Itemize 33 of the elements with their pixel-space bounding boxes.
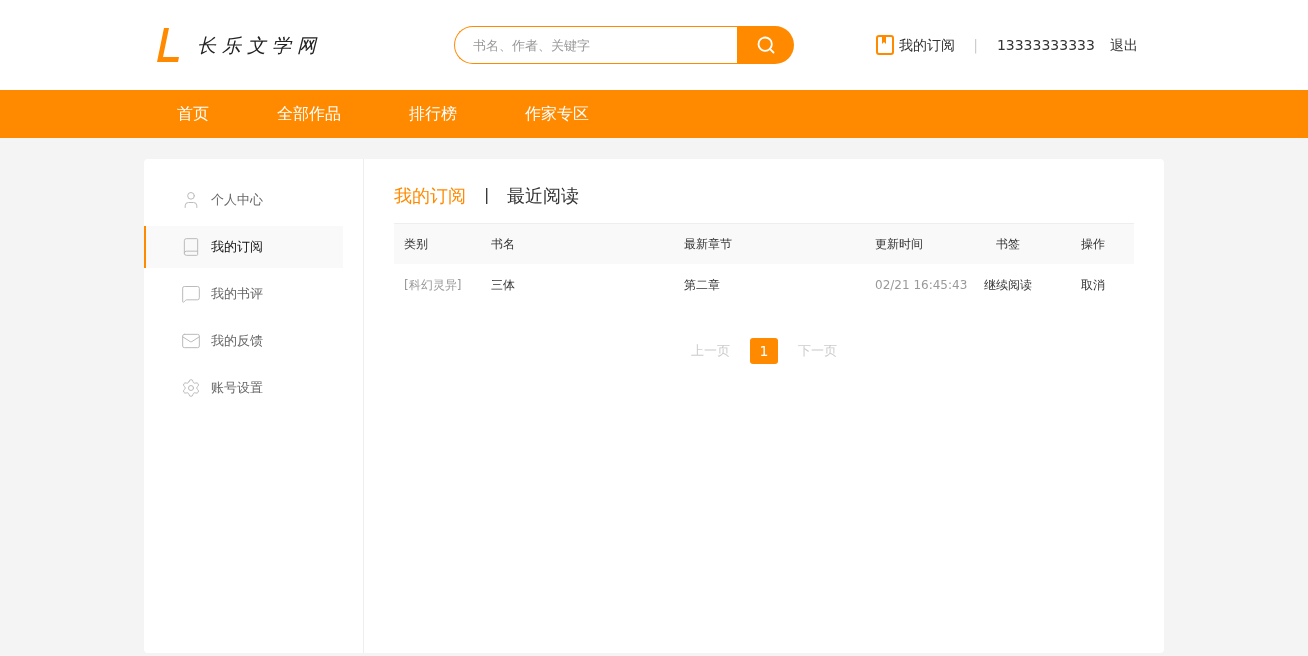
sidebar-item[interactable]: 个人中心 bbox=[144, 179, 343, 221]
table-cell-text: 02/21 16:45:43 bbox=[875, 277, 969, 294]
subscription-link[interactable]: 我的订阅 bbox=[876, 34, 956, 56]
envelope-icon bbox=[181, 331, 201, 351]
bookmark-icon bbox=[876, 35, 895, 55]
search-icon bbox=[755, 35, 776, 55]
continue-reading-link[interactable]: 继续阅读 bbox=[984, 276, 1081, 294]
tab[interactable]: 最近阅读 bbox=[507, 181, 580, 209]
column-header: 操作 bbox=[1081, 236, 1106, 253]
book-title-link[interactable]: 三体 bbox=[491, 276, 684, 294]
chapter-link[interactable]: 第二章 bbox=[684, 276, 875, 294]
cancel-link[interactable]: 取消 bbox=[1081, 276, 1134, 294]
logout-link[interactable]: 退出 bbox=[1109, 34, 1138, 56]
tab-separator: | bbox=[484, 184, 490, 206]
column-header: 书签 bbox=[995, 236, 1021, 253]
separator: | bbox=[973, 35, 978, 56]
sidebar-item[interactable]: 账号设置 bbox=[144, 367, 343, 409]
search-button[interactable] bbox=[737, 26, 795, 64]
column-header: 类别 bbox=[404, 236, 429, 253]
speech-bubble-icon bbox=[181, 284, 201, 304]
column-header: 更新时间 bbox=[875, 236, 924, 253]
book-icon bbox=[181, 237, 201, 257]
sidebar-item[interactable]: 我的订阅 bbox=[144, 226, 343, 268]
sidebar-item[interactable]: 我的反馈 bbox=[144, 320, 343, 362]
logo-l-icon bbox=[155, 27, 181, 63]
table-cell-text: [科幻灵异] bbox=[404, 277, 463, 294]
phone-number: 13333333333 bbox=[996, 35, 1095, 55]
column-header: 最新章节 bbox=[684, 236, 733, 253]
sidebar-item[interactable]: 我的书评 bbox=[144, 273, 343, 315]
logo-text: 长 乐 文 学 网 bbox=[197, 32, 317, 58]
settings-icon bbox=[181, 378, 201, 398]
search-field[interactable]: 书名、作者、关键字 bbox=[454, 26, 738, 64]
column-header: 书名 bbox=[491, 236, 516, 253]
